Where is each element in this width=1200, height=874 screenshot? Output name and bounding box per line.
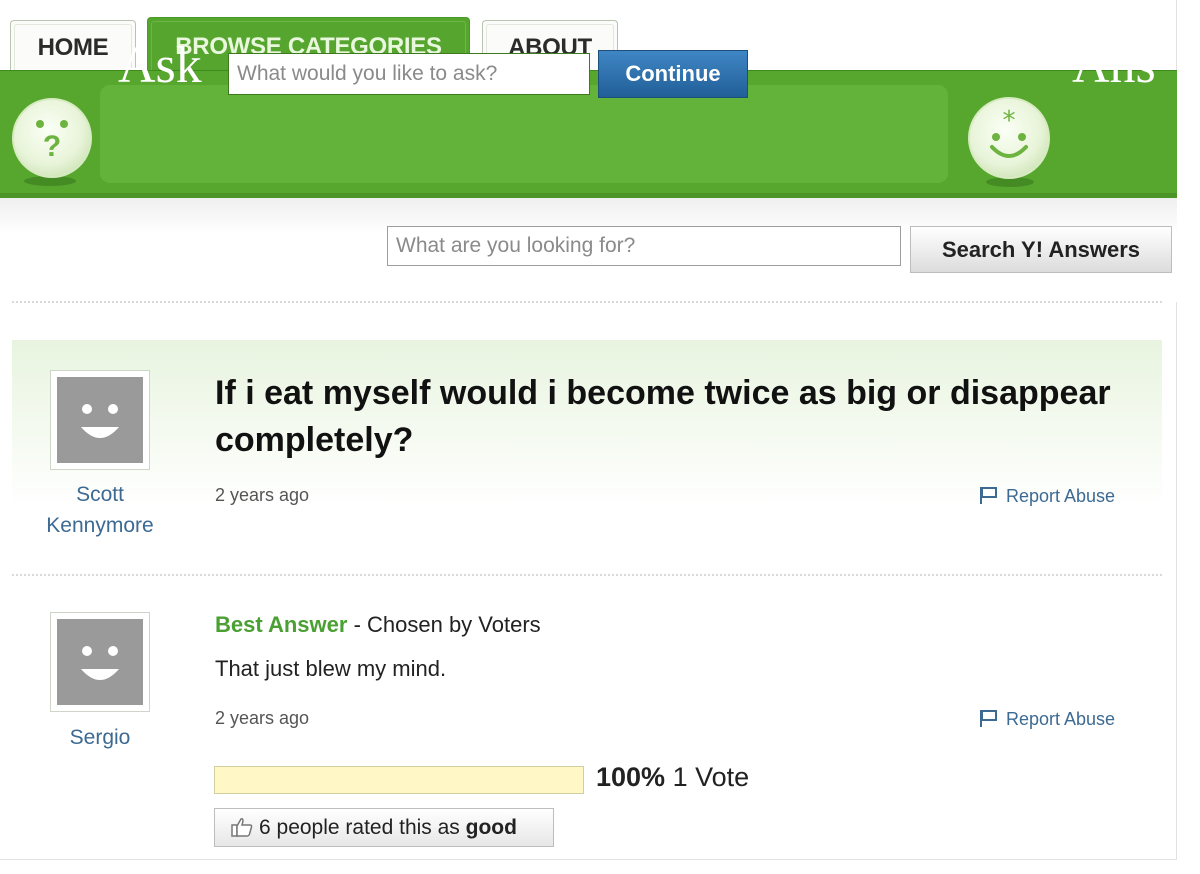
answer-text: That just blew my mind. [215,656,447,681]
rate-good-button[interactable]: 6 people rated this as good [214,808,554,847]
question-author[interactable]: Scott Kennymore [30,479,170,541]
question-face-icon: ? [12,98,92,178]
avatar[interactable] [50,612,150,712]
rating-prefix: 6 people rated this as [259,815,466,839]
question-report-abuse-link[interactable]: Report Abuse [978,485,1115,507]
flag-icon [980,710,997,727]
vote-progress-bar [214,766,584,794]
vote-summary: 100% 1 Vote [596,762,749,793]
svg-text:?: ? [43,130,61,163]
vote-count: 1 Vote [672,762,750,792]
search-input[interactable] [387,226,901,266]
frame-border-bottom [0,859,1177,860]
thumbs-up-icon [231,817,253,837]
flag-icon [980,487,997,504]
tab-home-label: HOME [37,34,109,61]
smiley-face-icon: * [968,97,1050,179]
question-timestamp: 2 years ago [215,485,310,505]
divider [12,301,1162,303]
question-title: If i eat myself would i become twice as … [215,374,1111,459]
question-author-last: Kennymore [46,514,154,537]
search-answers-button[interactable]: Search Y! Answers [910,226,1172,273]
question-report-abuse-label: Report Abuse [1006,486,1116,506]
question-face-glyph: ? [36,120,68,163]
answer-report-abuse-label: Report Abuse [1006,709,1116,729]
avatar[interactable] [50,370,150,470]
answer-author[interactable]: Sergio [30,722,170,753]
answers-label: Ans [1072,37,1156,94]
vote-progress-fill [215,767,583,793]
ask-panel [100,85,948,183]
smiley-face-glyph: * [990,106,1028,158]
question-author-first: Scott [76,483,124,506]
continue-button[interactable]: Continue [598,50,748,98]
best-answer-header: Best Answer - Chosen by Voters [215,612,541,638]
default-avatar-icon [57,377,143,463]
chosen-by-label: - Chosen by Voters [347,612,541,637]
best-answer-label: Best Answer [215,612,348,637]
svg-text:*: * [1003,106,1016,136]
vote-percent: 100% [596,762,666,792]
divider [12,574,1162,576]
ask-label: Ask [118,37,202,94]
avatar-smile-glyph [81,646,119,680]
answer-timestamp: 2 years ago [215,708,310,728]
default-avatar-icon [57,619,143,705]
ask-question-input[interactable] [228,53,590,95]
rating-word: good [465,815,517,839]
answer-report-abuse-link[interactable]: Report Abuse [978,708,1115,730]
avatar-smile-glyph [81,404,119,438]
